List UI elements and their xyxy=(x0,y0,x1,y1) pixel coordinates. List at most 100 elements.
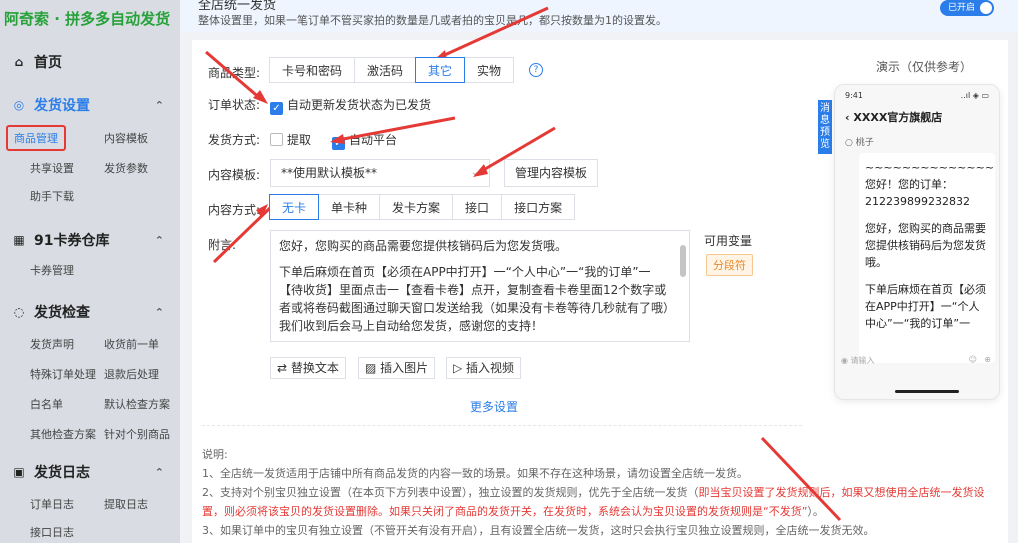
insert-image-button[interactable]: ▨ 插入图片 xyxy=(358,357,436,379)
toggle-knob xyxy=(980,2,992,14)
nav-section-label: 91卡券仓库 xyxy=(34,233,110,249)
insert-image-label: 插入图片 xyxy=(380,361,429,375)
manage-template-button[interactable]: 管理内容模板 xyxy=(504,159,599,187)
sidebar-item-before-receipt[interactable]: 收货前一单 xyxy=(104,336,159,352)
nav-section-delivery-check[interactable]: ◌ 发货检查 ⌃ xyxy=(12,302,172,322)
sidebar-item-order-log[interactable]: 订单日志 xyxy=(30,496,74,512)
notes-block: 说明: 1、全店统一发货适用于店铺中所有商品发货的内容一致的场景。如果不存在这种… xyxy=(202,445,1002,540)
nav-section-delivery-log[interactable]: ▣ 发货日志 ⌃ xyxy=(12,462,172,482)
settings-panel: 商品类型: 卡号和密码 激活码 其它 实物 ? 订单状态: ✓ 自动更新发货状态为… xyxy=(192,40,1008,543)
sidebar-item-other-check[interactable]: 其他检查方案 xyxy=(30,426,96,442)
delivery-method-label: 发货方式: xyxy=(208,133,261,147)
sidebar-item-delivery-params[interactable]: 发货参数 xyxy=(104,160,148,176)
video-icon: ▷ xyxy=(453,361,467,375)
nav-section-delivery-settings[interactable]: ◎ 发货设置 ⌃ xyxy=(12,95,172,115)
product-type-physical[interactable]: 实物 xyxy=(464,57,515,83)
chevron-up-icon: ⌃ xyxy=(154,305,164,319)
replace-icon: ⇄ xyxy=(277,361,291,375)
sidebar-item-after-refund[interactable]: 退款后处理 xyxy=(104,366,159,382)
content-method-api[interactable]: 接口 xyxy=(452,194,503,220)
nav-home-label: 首页 xyxy=(34,55,62,71)
sidebar-item-share-settings[interactable]: 共享设置 xyxy=(30,160,74,176)
sidebar-item-special-order[interactable]: 特殊订单处理 xyxy=(30,366,96,382)
preview-title: 演示（仅供参考） xyxy=(876,60,973,74)
delivery-option-auto: 自动平台 xyxy=(349,133,398,147)
image-icon: ▨ xyxy=(365,361,381,375)
voice-icon: ◉ xyxy=(841,356,851,365)
phone-message-1: ~~~~~~~~~~~~~~~~~~~~您好！您的订单：212239899232… xyxy=(865,161,995,208)
checkbox-unchecked-icon xyxy=(270,133,283,146)
enable-toggle[interactable]: 已开启 xyxy=(940,0,994,16)
replace-text-button[interactable]: ⇄ 替换文本 xyxy=(270,357,346,379)
sidebar-item-api-log[interactable]: 接口日志 xyxy=(30,524,74,540)
delivery-auto-checkbox[interactable]: ✓ 自动平台 xyxy=(332,131,397,150)
order-status-checkbox[interactable]: ✓ 自动更新发货状态为已发货 xyxy=(270,96,431,115)
product-type-label: 商品类型: xyxy=(208,66,261,80)
insert-video-button[interactable]: ▷ 插入视频 xyxy=(446,357,522,379)
log-icon: ▣ xyxy=(13,465,25,479)
content-method-single-card[interactable]: 单卡种 xyxy=(318,194,381,220)
toggle-label: 已开启 xyxy=(948,3,976,13)
content-method-api-plan[interactable]: 接口方案 xyxy=(501,194,576,220)
global-delivery-header: 全店统一发货 整体设置里，如果一笔订单不管买家拍的数量是几或者拍的宝贝是几，都只… xyxy=(180,0,1018,32)
shield-icon: ◌ xyxy=(13,305,25,319)
sidebar-item-statement[interactable]: 发货声明 xyxy=(30,336,74,352)
notes-line-2c: ）。 xyxy=(807,505,824,518)
sidebar-item-content-template[interactable]: 内容模板 xyxy=(104,130,148,146)
content-template-label: 内容模板: xyxy=(208,168,261,182)
sidebar-item-extract-log[interactable]: 提取日志 xyxy=(104,496,148,512)
help-icon[interactable]: ? xyxy=(529,63,543,77)
content-method-group: 无卡 单卡种 发卡方案 接口 接口方案 xyxy=(269,194,576,220)
vars-label: 可用变量 xyxy=(704,234,753,248)
phone-user-name: 桃子 xyxy=(855,138,874,148)
notes-line-3: 3、如果订单中的宝贝有独立设置（不管开关有没有开启），且有设置全店统一发货，这时… xyxy=(202,524,875,537)
phone-preview: 9:41 ..ıl ◈ ▭ ‹ XXXX官方旗舰店 ○ 桃子 ~~~~~~~~~… xyxy=(834,84,1000,400)
settings-icon: ◎ xyxy=(13,98,25,112)
sidebar-item-whitelist[interactable]: 白名单 xyxy=(30,396,63,412)
content-method-card-plan[interactable]: 发卡方案 xyxy=(379,194,454,220)
phone-shop-name: ‹ XXXX官方旗舰店 xyxy=(845,109,942,125)
phone-input-placeholder: 请输入 xyxy=(850,356,875,365)
header-description: 整体设置里，如果一笔订单不管买家拍的数量是几或者拍的宝贝是几，都只按数量为1的设… xyxy=(198,14,667,27)
replace-text-label: 替换文本 xyxy=(290,361,339,375)
avatar-icon: ○ xyxy=(845,138,856,148)
nav-home[interactable]: ⌂ 首页 xyxy=(12,52,62,72)
sidebar-item-default-check[interactable]: 默认检查方案 xyxy=(104,396,170,412)
chevron-down-icon: ⌄ xyxy=(470,167,479,178)
nav-section-label: 发货日志 xyxy=(34,465,90,481)
sidebar-item-assistant-download[interactable]: 助手下载 xyxy=(30,188,74,204)
delivery-option-extract: 提取 xyxy=(287,133,312,147)
nav-section-label: 发货设置 xyxy=(34,98,90,114)
notes-heading: 说明: xyxy=(202,448,228,461)
emoji-icon: ☺ xyxy=(968,355,977,364)
order-status-option: 自动更新发货状态为已发货 xyxy=(287,98,432,112)
note-textarea[interactable]: 您好，您购买的商品需要您提供核销码后为您发货哦。 下单后麻烦在首页【必须在APP… xyxy=(270,230,690,342)
chevron-up-icon: ⌃ xyxy=(154,465,164,479)
product-type-activation-code[interactable]: 激活码 xyxy=(354,57,417,83)
delivery-extract-checkbox[interactable]: 提取 xyxy=(270,131,311,148)
product-type-card-password[interactable]: 卡号和密码 xyxy=(269,57,356,83)
content-template-select[interactable]: **使用默认模板** ⌄ xyxy=(270,159,490,187)
brand-title: 阿奇索 · 拼多多自动发货 xyxy=(4,10,171,28)
more-settings-link[interactable]: 更多设置 xyxy=(470,398,518,415)
order-status-label: 订单状态: xyxy=(208,98,261,112)
note-paragraph-2: 下单后麻烦在首页【必须在APP中打开】一“个人中心”一“我的订单”一【待收货】里… xyxy=(279,265,670,333)
product-type-other[interactable]: 其它 xyxy=(415,57,466,83)
sidebar-item-product-management[interactable]: 商品管理 xyxy=(6,125,66,151)
chevron-up-icon: ⌃ xyxy=(154,98,164,112)
scrollbar-thumb[interactable] xyxy=(680,245,686,277)
var-tag-paragraph[interactable]: 分段符 xyxy=(706,254,753,276)
content-method-no-card[interactable]: 无卡 xyxy=(269,194,320,220)
textarea-scrollbar[interactable] xyxy=(679,235,687,335)
phone-message-bubble: ~~~~~~~~~~~~~~~~~~~~您好！您的订单：212239899232… xyxy=(859,153,995,363)
content-method-label: 内容方式: xyxy=(208,203,261,217)
phone-time: 9:41 xyxy=(845,91,863,100)
grid-icon: ▦ xyxy=(13,233,25,247)
note-paragraph-1: 您好，您购买的商品需要您提供核销码后为您发货哦。 xyxy=(279,239,568,253)
nav-section-card-warehouse[interactable]: ▦ 91卡券仓库 ⌃ xyxy=(12,230,172,250)
message-preview-tag[interactable]: 消息预览 xyxy=(818,100,832,154)
sidebar-item-specific-product[interactable]: 针对个别商品 xyxy=(104,426,170,442)
sidebar-item-card-management[interactable]: 卡券管理 xyxy=(30,262,74,278)
home-indicator xyxy=(895,390,959,393)
plus-icon: ⊕ xyxy=(984,355,991,364)
